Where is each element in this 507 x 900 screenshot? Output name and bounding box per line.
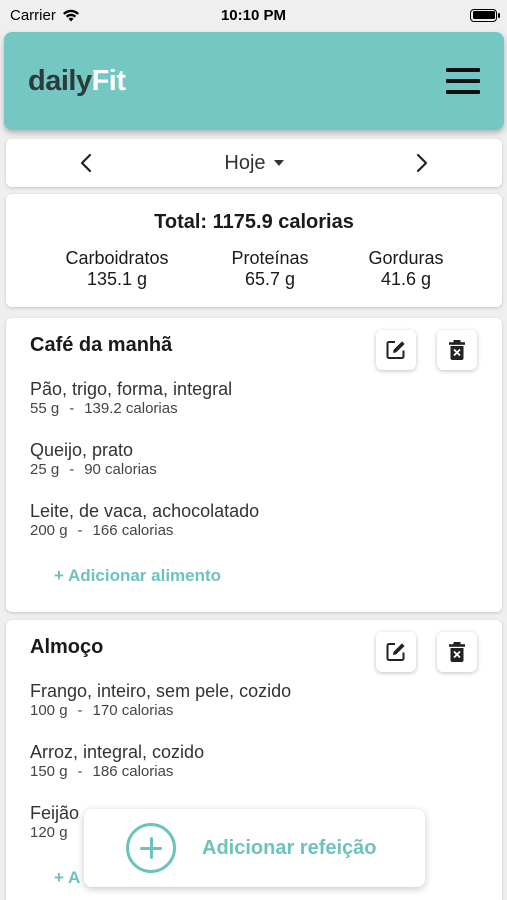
meal-title: Café da manhã — [30, 334, 173, 356]
food-grams: 55 g — [30, 400, 60, 417]
date-navigation: Hoje — [6, 139, 502, 187]
food-calories: 139.2 calorias — [84, 400, 178, 417]
edit-icon — [386, 341, 405, 359]
add-meal-label: Adicionar refeição — [202, 836, 377, 859]
food-calories: 170 calorias — [92, 702, 174, 719]
food-grams: 25 g — [30, 461, 60, 478]
food-name: Frango, inteiro, sem pele, cozido — [30, 681, 292, 701]
app-header: dailyFit — [4, 32, 504, 130]
date-select[interactable]: Hoje — [224, 151, 284, 175]
food-separator: - — [77, 702, 83, 719]
food-name: Feijão — [30, 803, 80, 823]
food-meta: 200 g -166 calorias — [30, 522, 259, 540]
food-item[interactable]: Frango, inteiro, sem pele, cozido 100 g-… — [30, 680, 291, 720]
food-separator: - — [77, 522, 83, 539]
food-separator: - — [69, 400, 75, 417]
carbs-summary: Carboidratos 135.1 g — [52, 248, 182, 290]
food-separator: - — [69, 461, 75, 478]
wifi-icon — [62, 9, 79, 21]
meal-card-breakfast: Café da manhã Pão, trigo, forma, integra… — [6, 318, 502, 612]
food-item[interactable]: Feijão 120 g — [30, 802, 79, 842]
app-logo: dailyFit — [28, 65, 126, 98]
edit-meal-button[interactable] — [376, 632, 416, 672]
trash-icon — [449, 642, 465, 662]
food-calories: 166 calorias — [92, 522, 174, 539]
fat-summary: Gorduras 41.6 g — [341, 248, 471, 290]
food-grams: 150 g — [30, 763, 68, 780]
total-calories: Total: 1175.9 calorias — [154, 211, 354, 233]
fat-label: Gorduras — [368, 248, 444, 268]
carrier-label: Carrier — [10, 6, 56, 24]
protein-label: Proteínas — [231, 248, 309, 268]
food-meta: 25 g -90 calorias — [30, 461, 157, 479]
food-calories: 90 calorias — [84, 461, 157, 478]
fat-value: 41.6 g — [380, 269, 432, 289]
food-item[interactable]: Arroz, integral, cozido 150 g -186 calori… — [30, 741, 204, 781]
status-bar: Carrier 10:10 PM — [0, 0, 507, 30]
edit-meal-button[interactable] — [376, 330, 416, 370]
meal-title: Almoço — [30, 636, 104, 658]
chevron-left-icon[interactable] — [76, 153, 96, 173]
food-meta: 100 g -170 calorias — [30, 702, 291, 720]
logo-daily: daily — [28, 64, 92, 97]
carbs-value: 135.1 g — [86, 269, 148, 289]
add-food-link[interactable]: + Adicionar alimento — [54, 566, 221, 586]
food-meta: 150 g -186 calorias — [30, 763, 204, 781]
status-left: Carrier — [10, 7, 80, 24]
chevron-right-icon[interactable] — [412, 153, 432, 173]
plus-circle-icon — [126, 823, 176, 873]
food-grams: 200 g — [30, 522, 68, 539]
food-grams: 100 g — [30, 702, 68, 719]
carbs-label: Carboidratos — [65, 248, 169, 268]
protein-value: 65.7 g — [244, 269, 296, 289]
food-name: Pão, trigo, forma, integral — [30, 379, 233, 399]
food-item[interactable]: Queijo, prato 25 g -90 calorias — [30, 439, 157, 479]
food-separator: - — [77, 763, 83, 780]
add-food-link[interactable]: + A — [54, 868, 80, 888]
food-item[interactable]: Leite, de vaca, achocolatado 200 g -166 c… — [30, 500, 259, 540]
menu-icon[interactable] — [446, 68, 480, 94]
food-item[interactable]: Pão, trigo, forma, integral 55 g -139.2 c… — [30, 378, 232, 418]
caret-down-icon — [273, 160, 284, 166]
food-calories: 186 calorias — [92, 763, 174, 780]
protein-summary: Proteínas 65.7 g — [205, 248, 335, 290]
food-name: Arroz, integral, cozido — [30, 742, 205, 762]
battery-icon — [470, 8, 500, 22]
delete-meal-button[interactable] — [437, 632, 477, 672]
food-name: Queijo, prato — [30, 440, 134, 460]
totals-card: Total: 1175.9 calorias Carboidratos 135.… — [6, 194, 502, 307]
logo-fit: Fit — [91, 64, 126, 97]
food-grams: 120 g — [30, 824, 68, 841]
trash-icon — [449, 340, 465, 360]
add-meal-button[interactable]: Adicionar refeição — [84, 809, 425, 887]
food-name: Leite, de vaca, achocolatado — [30, 501, 260, 521]
delete-meal-button[interactable] — [437, 330, 477, 370]
food-meta: 120 g — [30, 824, 79, 842]
date-label: Hoje — [224, 151, 266, 174]
food-meta: 55 g -139.2 calorias — [30, 400, 232, 418]
edit-icon — [386, 643, 405, 661]
